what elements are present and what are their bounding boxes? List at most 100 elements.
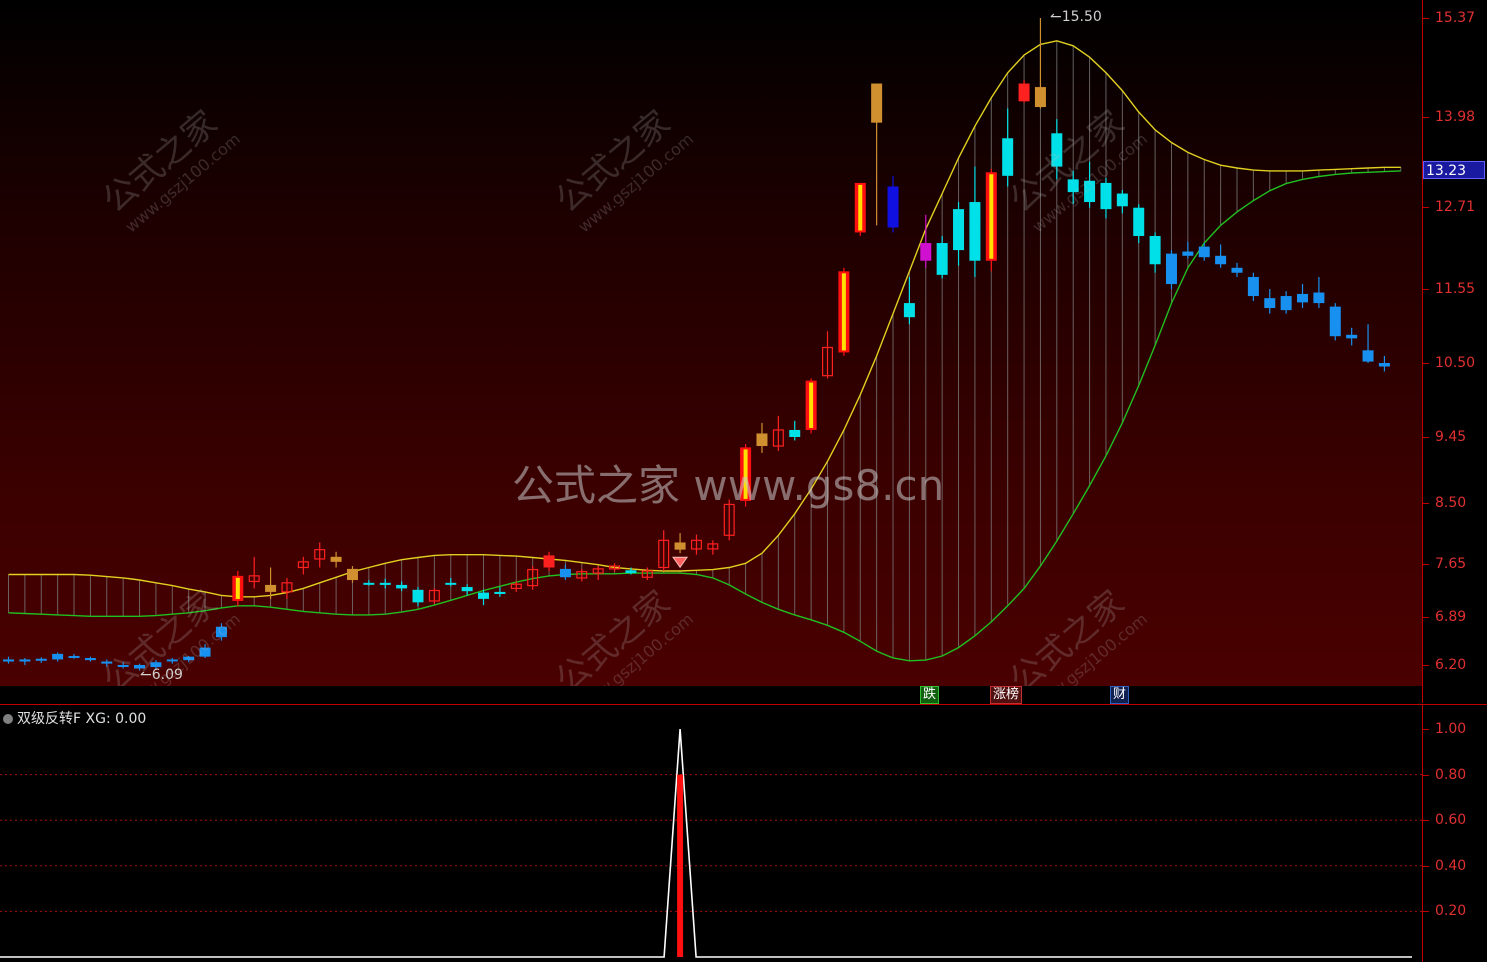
candle-body — [674, 542, 686, 550]
candle-body — [1297, 293, 1309, 303]
indicator-chart[interactable] — [0, 705, 1422, 962]
price-tick-label: 12.71 — [1435, 199, 1476, 215]
indicator-axis: 1.00 0.80 0.60 0.40 0.20 — [1422, 704, 1487, 962]
price-tick — [1423, 617, 1429, 618]
candle-body — [412, 589, 424, 603]
indicator-panel[interactable]: 双级反转F XG: 0.00 — [0, 704, 1422, 962]
price-tick-label: 15.37 — [1435, 10, 1476, 26]
candle-body — [1116, 193, 1128, 207]
candle-body — [1313, 292, 1325, 304]
candle-body — [1100, 182, 1112, 210]
candle-body — [936, 243, 948, 275]
candle-body — [461, 587, 473, 592]
candle-body — [1264, 298, 1276, 309]
candle-body — [1231, 267, 1243, 273]
limit-up-core — [989, 174, 994, 259]
candle-body — [445, 582, 457, 585]
candle-body — [1165, 253, 1177, 285]
candle-body — [1133, 207, 1145, 236]
limit-up-core — [858, 184, 863, 231]
candle-body — [346, 568, 358, 581]
limit-up-core — [841, 273, 846, 351]
candlestick-chart[interactable] — [0, 0, 1422, 686]
candle-body — [1034, 87, 1046, 108]
indicator-tick-label: 0.40 — [1435, 857, 1467, 874]
candle-body — [68, 655, 80, 658]
candle-body — [1149, 235, 1161, 265]
candle-body — [1247, 276, 1259, 297]
high-price-label: ↼15.50 — [1050, 9, 1102, 25]
candle-body — [19, 659, 31, 662]
indicator-tick-label: 0.60 — [1435, 812, 1467, 829]
candle-body — [52, 653, 64, 660]
indicator-tick-label: 0.80 — [1435, 766, 1467, 783]
candle-body — [494, 591, 506, 594]
price-tick — [1423, 665, 1429, 666]
candle-body — [543, 555, 555, 568]
limit-up-core — [809, 382, 814, 428]
candle-body — [363, 582, 375, 585]
candle-body — [35, 658, 47, 661]
price-tick — [1423, 18, 1429, 19]
last-price-badge: 13.23 — [1423, 161, 1485, 180]
price-tick — [1423, 503, 1429, 504]
tag-die[interactable]: 跌 — [920, 686, 940, 704]
tag-zhangbang[interactable]: 涨榜 — [990, 686, 1023, 704]
candle-body — [478, 592, 490, 599]
price-tick — [1423, 363, 1429, 364]
indicator-tick-label: 1.00 — [1435, 721, 1467, 737]
candle-body — [265, 584, 277, 592]
price-tick — [1423, 289, 1429, 290]
price-tick-label: 10.50 — [1435, 355, 1476, 371]
xg-signal-line — [0, 728, 1412, 958]
main-chart-panel[interactable]: 公式之家 www.gszj100.com 公式之家 www.gszj100.com … — [0, 0, 1422, 686]
indicator-title: 双级反转F XG: 0.00 — [3, 708, 146, 728]
candle-body — [559, 568, 571, 578]
price-tick-label: 6.20 — [1435, 657, 1467, 673]
indicator-tick — [1423, 774, 1429, 776]
center-watermark: 公式之家 www.gs8.cn — [512, 461, 945, 510]
price-tick — [1423, 564, 1429, 565]
price-tick-label: 11.55 — [1435, 281, 1476, 297]
price-tick — [1423, 437, 1429, 438]
indicator-tick — [1423, 820, 1429, 822]
low-price-label: ↼6.09 — [140, 667, 183, 683]
candle-body — [1182, 251, 1194, 256]
candle-body — [920, 243, 932, 261]
candle-body — [756, 433, 768, 447]
candle-body — [887, 186, 899, 228]
limit-up-core — [235, 577, 240, 599]
lower-band-line — [8, 170, 1401, 662]
price-tick-label: 8.50 — [1435, 495, 1467, 511]
indicator-tick — [1423, 865, 1429, 867]
candle-body — [3, 659, 14, 662]
price-tick — [1423, 117, 1429, 118]
candle-body — [625, 570, 637, 574]
tag-cai[interactable]: 财 — [1110, 686, 1130, 704]
candle-body — [903, 303, 915, 318]
event-tag-strip: 跌 涨榜 财 — [0, 686, 1422, 704]
indicator-tick — [1423, 729, 1429, 730]
candle-body — [953, 209, 965, 251]
indicator-tick-label: 0.20 — [1435, 903, 1467, 920]
price-tick-label: 6.89 — [1435, 609, 1467, 625]
candle-body — [1280, 296, 1292, 311]
candle-body — [396, 584, 408, 589]
xg-signal-bar — [677, 774, 684, 957]
candle-body — [789, 429, 801, 437]
candle-body — [1378, 363, 1390, 367]
candle-body — [330, 556, 342, 562]
candle-body — [1362, 350, 1374, 362]
candle-body — [1329, 306, 1341, 337]
candle-body — [969, 202, 981, 261]
price-axis: 15.37 13.98 12.71 11.55 10.50 9.45 8.50 7.65 6.8… — [1422, 0, 1487, 703]
candle-body — [1198, 246, 1210, 258]
price-tick-label: 9.45 — [1435, 429, 1467, 445]
indicator-tick — [1423, 911, 1429, 913]
signal-diamond-icon — [672, 556, 689, 569]
indicator-toggle-icon[interactable] — [3, 714, 13, 724]
candle-body — [379, 582, 391, 585]
candle-body — [1002, 138, 1014, 176]
price-tick-label: 7.65 — [1435, 556, 1467, 572]
candle-body — [1346, 334, 1358, 339]
